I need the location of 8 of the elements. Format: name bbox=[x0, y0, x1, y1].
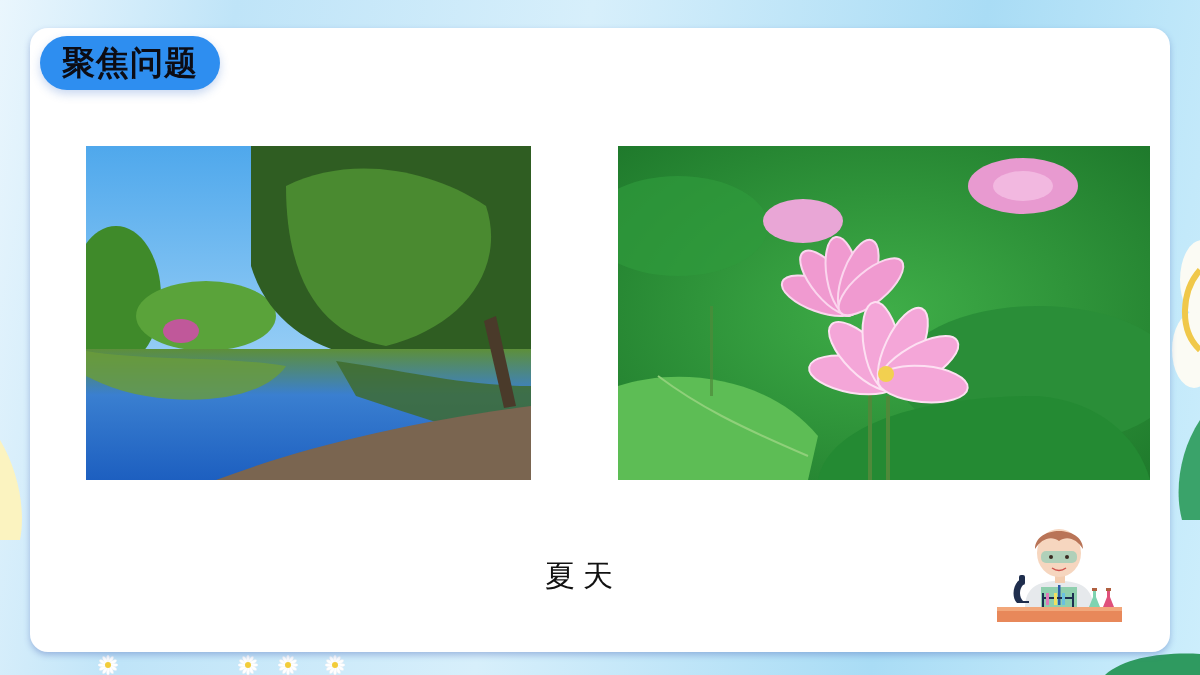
daisy-icon bbox=[98, 655, 118, 675]
daisy-icon bbox=[325, 655, 345, 675]
daisy-icon bbox=[278, 655, 298, 675]
leaf-icon bbox=[1105, 652, 1200, 675]
section-title: 聚焦问题 bbox=[40, 36, 220, 90]
caption-text: 夏天 bbox=[545, 557, 621, 595]
flower-icon bbox=[1172, 240, 1200, 390]
daisy-icon bbox=[238, 655, 258, 675]
